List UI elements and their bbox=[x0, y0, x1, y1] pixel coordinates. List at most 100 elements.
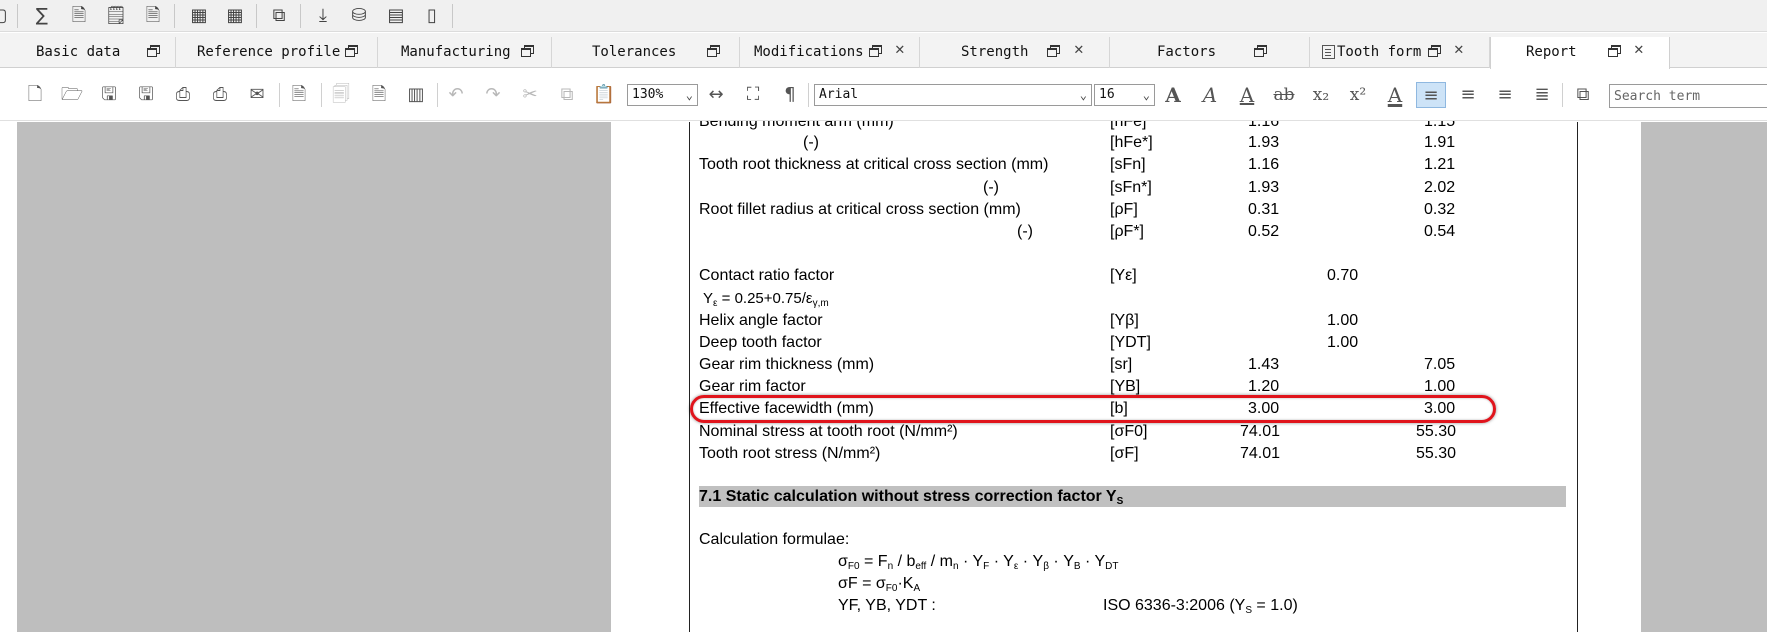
row-label: Tooth root thickness at critical cross s… bbox=[699, 156, 1049, 173]
section-title: 7.1 Static calculation without stress co… bbox=[699, 487, 1123, 507]
align-center-icon[interactable]: ≡ bbox=[1453, 82, 1483, 108]
tab-basic-data[interactable]: Basic data bbox=[6, 37, 176, 68]
align-right-icon[interactable]: ≡ bbox=[1490, 82, 1520, 108]
save-icon[interactable]: 🖫 bbox=[96, 82, 122, 108]
font-grow-icon[interactable]: A bbox=[1158, 82, 1188, 108]
tab-strength[interactable]: Strength ✕ bbox=[920, 37, 1110, 68]
row-symbol: [Yε] bbox=[1110, 267, 1137, 284]
tab-bar: Basic data Reference profile Manufacturi… bbox=[0, 33, 1767, 69]
paste-icon[interactable]: 📋 bbox=[591, 82, 617, 108]
row-value-gear2: 0.54 bbox=[1424, 223, 1456, 240]
tab-tolerances[interactable]: Tolerances bbox=[552, 37, 740, 68]
superscript-icon[interactable]: x² bbox=[1343, 82, 1373, 108]
underline-icon[interactable]: A bbox=[1232, 82, 1262, 108]
columns-icon[interactable]: ▥ bbox=[403, 82, 429, 108]
font-color-icon[interactable]: A bbox=[1380, 82, 1410, 108]
restore-window-icon[interactable] bbox=[1428, 45, 1441, 57]
open-folder-icon[interactable]: 🗁 bbox=[59, 82, 85, 108]
restore-window-icon[interactable] bbox=[345, 45, 358, 57]
row-label: Tooth root stress (N/mm²) bbox=[699, 445, 881, 462]
chevron-down-icon: ⌄ bbox=[1079, 88, 1087, 102]
zoom-select[interactable]: 130% ⌄ bbox=[627, 84, 698, 106]
close-icon[interactable]: ✕ bbox=[1634, 41, 1644, 57]
formula-part: · Y bbox=[1018, 553, 1044, 570]
folder-icon[interactable]: ▢ bbox=[0, 3, 12, 29]
formula-part: · Y bbox=[1080, 553, 1106, 570]
restore-window-icon[interactable] bbox=[869, 45, 882, 57]
cut-icon[interactable]: ✂ bbox=[517, 82, 543, 108]
tab-report[interactable]: Report ✕ bbox=[1490, 37, 1670, 69]
formula-part: ·K bbox=[897, 575, 914, 592]
row-label: Helix angle factor bbox=[699, 312, 823, 329]
align-left-icon[interactable]: ≡ bbox=[1416, 82, 1446, 108]
page-icon[interactable]: 🗎 bbox=[366, 82, 392, 108]
close-icon[interactable]: ✕ bbox=[895, 41, 905, 57]
notes-icon[interactable]: 🗒 bbox=[103, 3, 129, 29]
contact-ratio-formula: Yε = 0.25+0.75/εγ,m bbox=[703, 289, 829, 309]
row-label: (-) bbox=[983, 179, 999, 196]
font-name-select[interactable]: Arial ⌄ bbox=[814, 84, 1092, 106]
search-input[interactable] bbox=[1609, 84, 1767, 108]
code-window-icon[interactable]: ⧉ bbox=[266, 3, 292, 29]
formula-part: · Y bbox=[989, 553, 1014, 570]
formula-stress-nominal: σF0 = Fn / beff / mn · YF · Yε · Yβ · YB… bbox=[838, 552, 1119, 572]
row-value-gear2: 55.30 bbox=[1416, 423, 1457, 440]
font-name-value: Arial bbox=[819, 87, 859, 102]
tab-label: Report bbox=[1526, 44, 1577, 60]
restore-window-icon[interactable] bbox=[1254, 45, 1267, 57]
row-symbol: [sFn] bbox=[1110, 156, 1146, 173]
email-icon[interactable]: ✉ bbox=[244, 82, 270, 108]
fit-page-icon[interactable]: ⛶ bbox=[740, 82, 766, 108]
subscript-icon[interactable]: x₂ bbox=[1306, 82, 1336, 108]
section-title-text: 7.1 Static calculation without stress co… bbox=[699, 488, 1117, 505]
restore-window-icon[interactable] bbox=[1608, 45, 1621, 57]
row-symbol: [b] bbox=[1110, 400, 1128, 417]
export-gear-icon[interactable]: ▦ bbox=[222, 3, 248, 29]
restore-window-icon[interactable] bbox=[1047, 45, 1060, 57]
pilcrow-icon[interactable]: ¶ bbox=[777, 82, 803, 108]
italic-icon[interactable]: A bbox=[1195, 82, 1225, 108]
tab-factors[interactable]: Factors bbox=[1110, 37, 1310, 68]
undo-icon[interactable]: ↶ bbox=[443, 82, 469, 108]
row-symbol: [σF] bbox=[1110, 445, 1139, 462]
print-preview-icon[interactable]: ⎙ bbox=[207, 82, 233, 108]
new-document-icon[interactable]: 🗋 bbox=[22, 82, 48, 108]
sum-icon[interactable]: ∑ bbox=[29, 3, 55, 29]
save-as-icon[interactable]: 🖫 bbox=[133, 82, 159, 108]
database-icon[interactable]: ⛁ bbox=[346, 3, 372, 29]
row-value-gear2: 3.00 bbox=[1424, 400, 1456, 417]
tab-label: Manufacturing bbox=[401, 44, 511, 60]
redo-icon[interactable]: ↷ bbox=[480, 82, 506, 108]
restore-window-icon[interactable] bbox=[147, 45, 160, 57]
close-icon[interactable]: ✕ bbox=[1454, 41, 1464, 57]
close-icon[interactable]: ✕ bbox=[1074, 41, 1084, 57]
calculator-icon[interactable]: ▤ bbox=[383, 3, 409, 29]
wrench-document-icon[interactable]: 🗎 bbox=[140, 3, 166, 29]
panel-icon[interactable]: ▯ bbox=[419, 3, 445, 29]
pdf-export-icon[interactable]: 🗎 bbox=[286, 82, 312, 108]
copy-icon[interactable]: ⧉ bbox=[554, 82, 580, 108]
toolbar-separator bbox=[174, 4, 175, 28]
calc-formulae-label: Calculation formulae: bbox=[699, 531, 850, 548]
tab-manufacturing[interactable]: Manufacturing bbox=[378, 37, 552, 68]
tab-reference-profile[interactable]: Reference profile bbox=[176, 37, 378, 68]
formula-subscript: γ,m bbox=[812, 298, 829, 309]
row-value-common: 1.00 bbox=[1327, 334, 1359, 351]
font-size-select[interactable]: 16 ⌄ bbox=[1094, 84, 1155, 106]
import-gear-icon[interactable]: ▦ bbox=[186, 3, 212, 29]
download-icon[interactable]: ⤓ bbox=[310, 3, 336, 29]
align-justify-icon[interactable]: ≣ bbox=[1527, 82, 1557, 108]
row-value-gear1: 1.93 bbox=[1248, 179, 1280, 196]
copy-page-icon[interactable]: 🗐 bbox=[328, 82, 354, 108]
strikethrough-icon[interactable]: ab bbox=[1269, 82, 1299, 108]
toolbar-separator bbox=[321, 83, 322, 107]
copy-format-icon[interactable]: ⧉ bbox=[1570, 82, 1596, 108]
tab-tooth-form[interactable]: Tooth form ✕ bbox=[1310, 37, 1490, 68]
restore-window-icon[interactable] bbox=[707, 45, 720, 57]
document-icon[interactable]: 🗎 bbox=[66, 3, 92, 29]
fit-width-icon[interactable]: ↔ bbox=[703, 82, 729, 108]
restore-window-icon[interactable] bbox=[521, 45, 534, 57]
print-icon[interactable]: ⎙ bbox=[170, 82, 196, 108]
tab-modifications[interactable]: Modifications ✕ bbox=[740, 37, 920, 68]
toolbar-separator bbox=[17, 4, 18, 28]
